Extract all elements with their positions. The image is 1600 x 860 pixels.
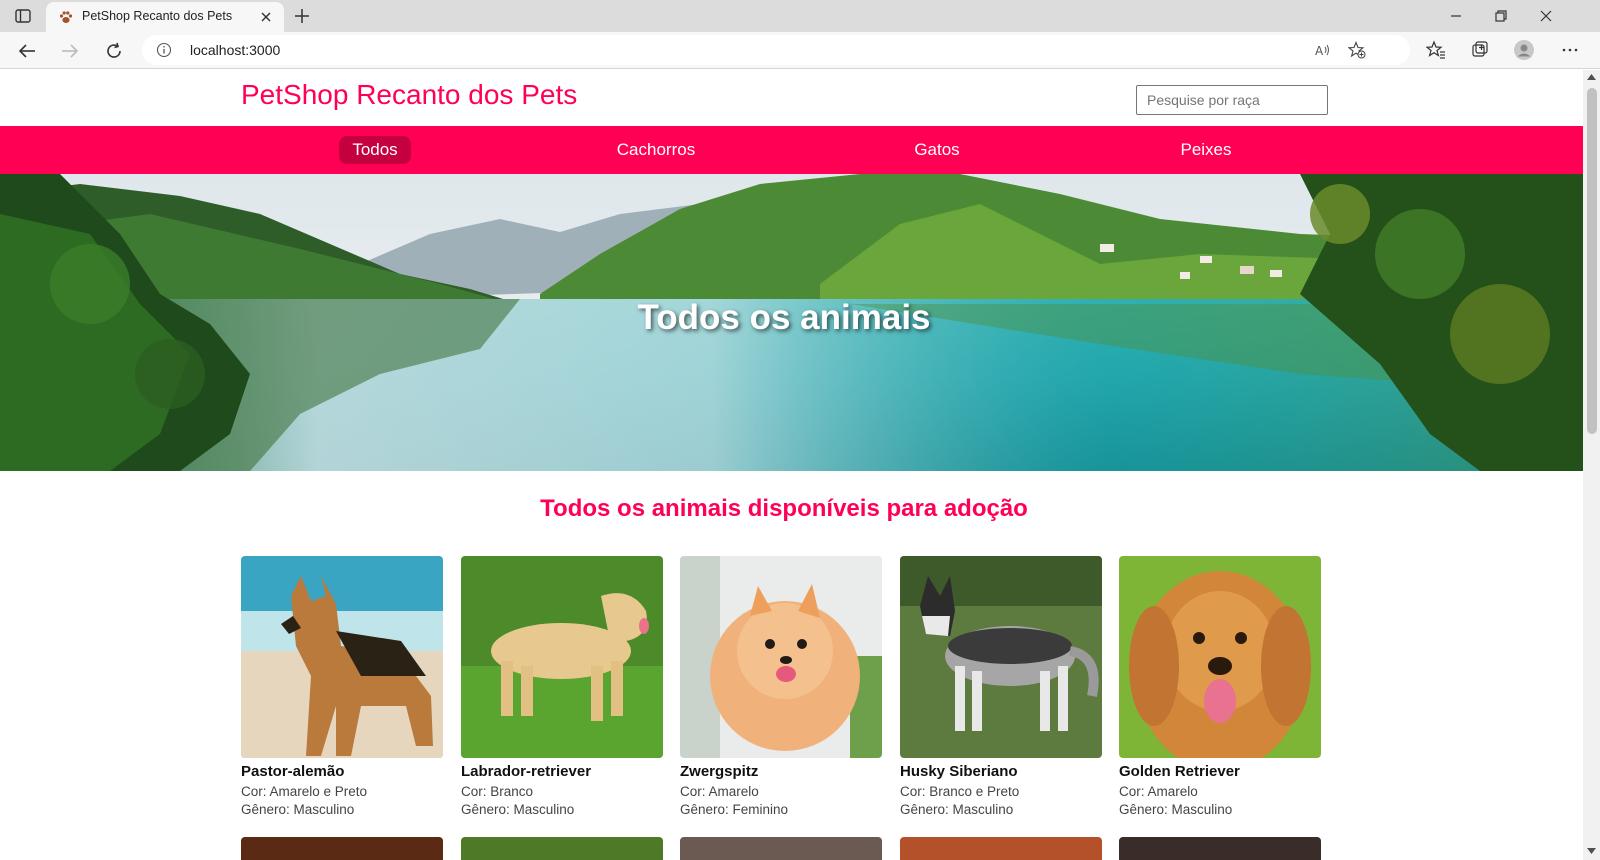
site-header: PetShop Recanto dos Pets [0,70,1583,126]
info-icon[interactable] [156,42,172,58]
refresh-icon[interactable] [103,40,125,62]
pet-color: Cor: Amarelo [680,784,759,799]
pet-name: Golden Retriever [1119,763,1240,780]
search-input[interactable] [1136,85,1328,115]
pet-color: Cor: Branco [461,784,534,799]
pet-color: Cor: Amarelo e Preto [241,784,368,799]
pet-color: Cor: Amarelo [1119,784,1198,799]
zwergspitz-photo[interactable] [680,556,882,758]
pet-card-partial[interactable] [680,837,882,860]
back-icon[interactable] [16,40,38,62]
nav-cachorros[interactable]: Cachorros [612,136,700,164]
scroll-thumb[interactable] [1587,88,1597,434]
minimize-icon[interactable] [1446,6,1466,26]
add-favorite-icon[interactable] [1348,41,1366,59]
pet-name: Zwergspitz [680,763,759,780]
hero-banner: Todos os animais [0,174,1583,471]
scroll-up-icon[interactable] [1587,74,1596,80]
pet-gender: Gênero: Masculino [461,802,575,817]
page-viewport: PetShop Recanto dos Pets Todos Cachorros… [0,70,1583,860]
pet-name: Pastor-alemão [241,763,345,780]
pet-color: Cor: Branco e Preto [900,784,1020,799]
close-icon[interactable] [258,9,274,25]
favorites-icon[interactable] [1426,40,1446,60]
pastor-alemao-photo[interactable] [241,556,443,758]
profile-icon[interactable] [1514,40,1534,60]
address-bar[interactable]: localhost:3000 A [142,35,1410,65]
browser-tab-bar: PetShop Recanto dos Pets [0,0,1600,32]
nav-gatos[interactable]: Gatos [900,136,974,164]
pet-gender: Gênero: Feminino [680,802,789,817]
section-title: Todos os animais disponíveis para adoção [540,495,1028,522]
browser-toolbar: localhost:3000 A [0,32,1600,69]
pet-gender: Gênero: Masculino [241,802,355,817]
pet-card-partial[interactable] [241,837,443,860]
pet-gender: Gênero: Masculino [900,802,1014,817]
svg-text:A: A [1315,44,1324,58]
hero-title: Todos os animais [637,298,931,337]
scroll-down-icon[interactable] [1587,848,1596,854]
forward-icon[interactable] [59,40,81,62]
pet-card-partial[interactable] [900,837,1102,860]
pet-card-partial[interactable] [461,837,663,860]
restore-icon[interactable] [1491,6,1511,26]
url-text: localhost:3000 [190,42,281,58]
collections-icon[interactable] [1470,40,1490,60]
page-scrollbar[interactable] [1583,70,1600,860]
browser-tab[interactable]: PetShop Recanto dos Pets [46,2,284,32]
sidebar-toggle-icon[interactable] [14,7,32,25]
pet-name: Labrador-retriever [461,763,592,780]
plus-icon[interactable] [292,6,312,26]
site-title[interactable]: PetShop Recanto dos Pets [241,79,577,111]
category-navbar: Todos Cachorros Gatos Peixes [0,126,1583,174]
nav-peixes[interactable]: Peixes [1168,136,1244,164]
labrador-photo[interactable] [461,556,663,758]
pet-name: Husky Siberiano [900,763,1018,780]
pet-card-partial[interactable] [1119,837,1321,860]
more-icon[interactable] [1560,40,1580,60]
nav-todos[interactable]: Todos [339,136,411,164]
golden-retriever-photo[interactable] [1119,556,1321,758]
husky-photo[interactable] [900,556,1102,758]
close-window-icon[interactable] [1536,6,1556,26]
read-aloud-icon[interactable]: A [1314,41,1332,59]
paw-icon [59,11,73,23]
pet-gender: Gênero: Masculino [1119,802,1233,817]
tab-title: PetShop Recanto dos Pets [82,9,233,23]
